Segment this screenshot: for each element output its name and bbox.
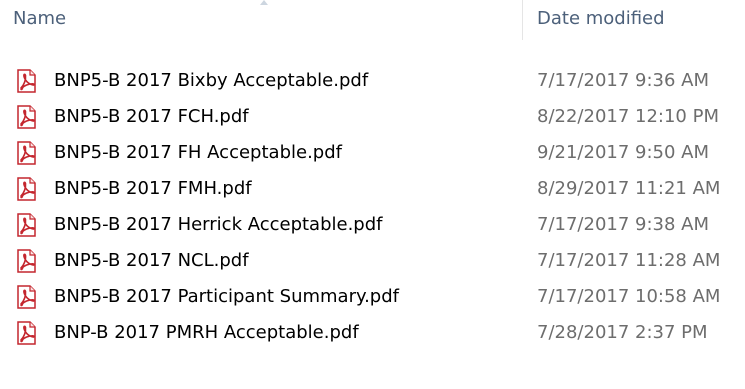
- file-date-modified: 9/21/2017 9:50 AM: [537, 142, 710, 163]
- file-date-modified: 7/28/2017 2:37 PM: [537, 322, 708, 343]
- column-header-bar: Name Date modified: [0, 0, 745, 42]
- file-row[interactable]: BNP5-B 2017 FH Acceptable.pdf 9/21/2017 …: [0, 136, 745, 172]
- file-row[interactable]: BNP5-B 2017 Bixby Acceptable.pdf 7/17/20…: [0, 64, 745, 100]
- file-name[interactable]: BNP5-B 2017 Herrick Acceptable.pdf: [54, 214, 383, 235]
- file-name[interactable]: BNP5-B 2017 FMH.pdf: [54, 178, 252, 199]
- file-row[interactable]: BNP5-B 2017 Participant Summary.pdf 7/17…: [0, 280, 745, 316]
- file-name[interactable]: BNP5-B 2017 FCH.pdf: [54, 106, 249, 127]
- file-date-modified: 7/17/2017 11:28 AM: [537, 250, 721, 271]
- date-modified-column-header[interactable]: Date modified: [537, 8, 665, 29]
- file-name[interactable]: BNP5-B 2017 FH Acceptable.pdf: [54, 142, 342, 163]
- file-name[interactable]: BNP5-B 2017 Bixby Acceptable.pdf: [54, 70, 368, 91]
- pdf-file-icon: [17, 213, 36, 237]
- file-row[interactable]: BNP-B 2017 PMRH Acceptable.pdf 7/28/2017…: [0, 316, 745, 352]
- file-date-modified: 8/22/2017 12:10 PM: [537, 106, 719, 127]
- file-row[interactable]: BNP5-B 2017 FMH.pdf 8/29/2017 11:21 AM: [0, 172, 745, 208]
- pdf-file-icon: [17, 177, 36, 201]
- file-row[interactable]: BNP5-B 2017 FCH.pdf 8/22/2017 12:10 PM: [0, 100, 745, 136]
- name-column-header[interactable]: Name: [13, 8, 66, 29]
- pdf-file-icon: [17, 249, 36, 273]
- file-row[interactable]: BNP5-B 2017 NCL.pdf 7/17/2017 11:28 AM: [0, 244, 745, 280]
- file-date-modified: 8/29/2017 11:21 AM: [537, 178, 721, 199]
- file-date-modified: 7/17/2017 9:36 AM: [537, 70, 710, 91]
- file-name[interactable]: BNP5-B 2017 Participant Summary.pdf: [54, 286, 399, 307]
- pdf-file-icon: [17, 105, 36, 129]
- file-date-modified: 7/17/2017 10:58 AM: [537, 286, 721, 307]
- pdf-file-icon: [17, 141, 36, 165]
- pdf-file-icon: [17, 69, 36, 93]
- file-name[interactable]: BNP-B 2017 PMRH Acceptable.pdf: [54, 322, 359, 343]
- file-date-modified: 7/17/2017 9:38 AM: [537, 214, 710, 235]
- sort-arrow-icon: [260, 0, 268, 5]
- file-row[interactable]: BNP5-B 2017 Herrick Acceptable.pdf 7/17/…: [0, 208, 745, 244]
- pdf-file-icon: [17, 321, 36, 345]
- pdf-file-icon: [17, 285, 36, 309]
- column-divider[interactable]: [522, 0, 523, 40]
- file-name[interactable]: BNP5-B 2017 NCL.pdf: [54, 250, 249, 271]
